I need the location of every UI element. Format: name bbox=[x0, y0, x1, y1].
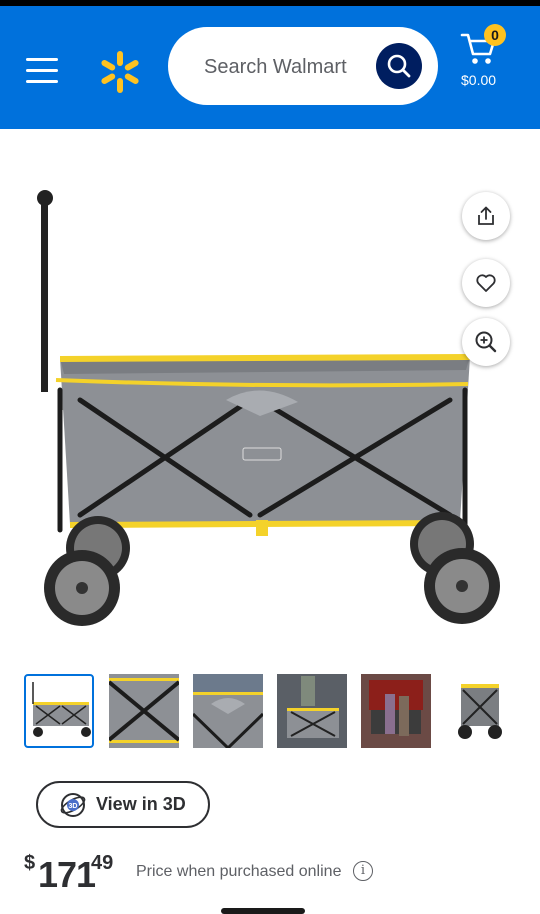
price-dollars: 171 bbox=[38, 854, 96, 895]
header: Search Walmart 0 $0.00 bbox=[0, 6, 540, 129]
thumbnail-1[interactable] bbox=[24, 674, 94, 748]
share-button[interactable] bbox=[462, 192, 510, 240]
menu-icon[interactable] bbox=[26, 58, 58, 84]
thumbnail-strip bbox=[24, 674, 540, 750]
info-icon[interactable]: i bbox=[353, 861, 373, 881]
search-button[interactable] bbox=[376, 43, 422, 89]
cart-button[interactable]: 0 $0.00 bbox=[456, 24, 516, 106]
walmart-spark-logo[interactable] bbox=[100, 51, 140, 93]
view-in-3d-label: View in 3D bbox=[96, 794, 186, 814]
search-placeholder: Search Walmart bbox=[204, 56, 347, 78]
heart-icon bbox=[476, 274, 496, 292]
thumbnail-3[interactable] bbox=[193, 674, 263, 748]
price-currency: $ bbox=[24, 852, 36, 874]
favorite-button[interactable] bbox=[462, 259, 510, 307]
cart-total: $0.00 bbox=[461, 72, 497, 88]
zoom-in-icon bbox=[475, 331, 497, 353]
zoom-button[interactable] bbox=[462, 318, 510, 366]
product-image-area[interactable] bbox=[0, 170, 540, 640]
search-input[interactable]: Search Walmart bbox=[168, 27, 438, 105]
sticky-bar-handle bbox=[221, 908, 305, 914]
thumbnail-5[interactable] bbox=[361, 674, 431, 748]
thumbnail-4[interactable] bbox=[277, 674, 347, 748]
share-icon bbox=[478, 206, 494, 225]
price-cents: 49 bbox=[91, 852, 114, 874]
search-icon bbox=[387, 54, 411, 78]
thumbnail-2[interactable] bbox=[109, 674, 179, 748]
cart-count-badge: 0 bbox=[484, 24, 506, 46]
3d-icon: 3D bbox=[60, 792, 86, 817]
folding-wagon-image bbox=[37, 190, 500, 626]
svg-text:3D: 3D bbox=[69, 803, 78, 810]
thumbnail-6[interactable] bbox=[445, 674, 515, 748]
view-in-3d-button[interactable]: 3D View in 3D bbox=[36, 781, 210, 828]
price-note: Price when purchased online bbox=[136, 863, 342, 880]
